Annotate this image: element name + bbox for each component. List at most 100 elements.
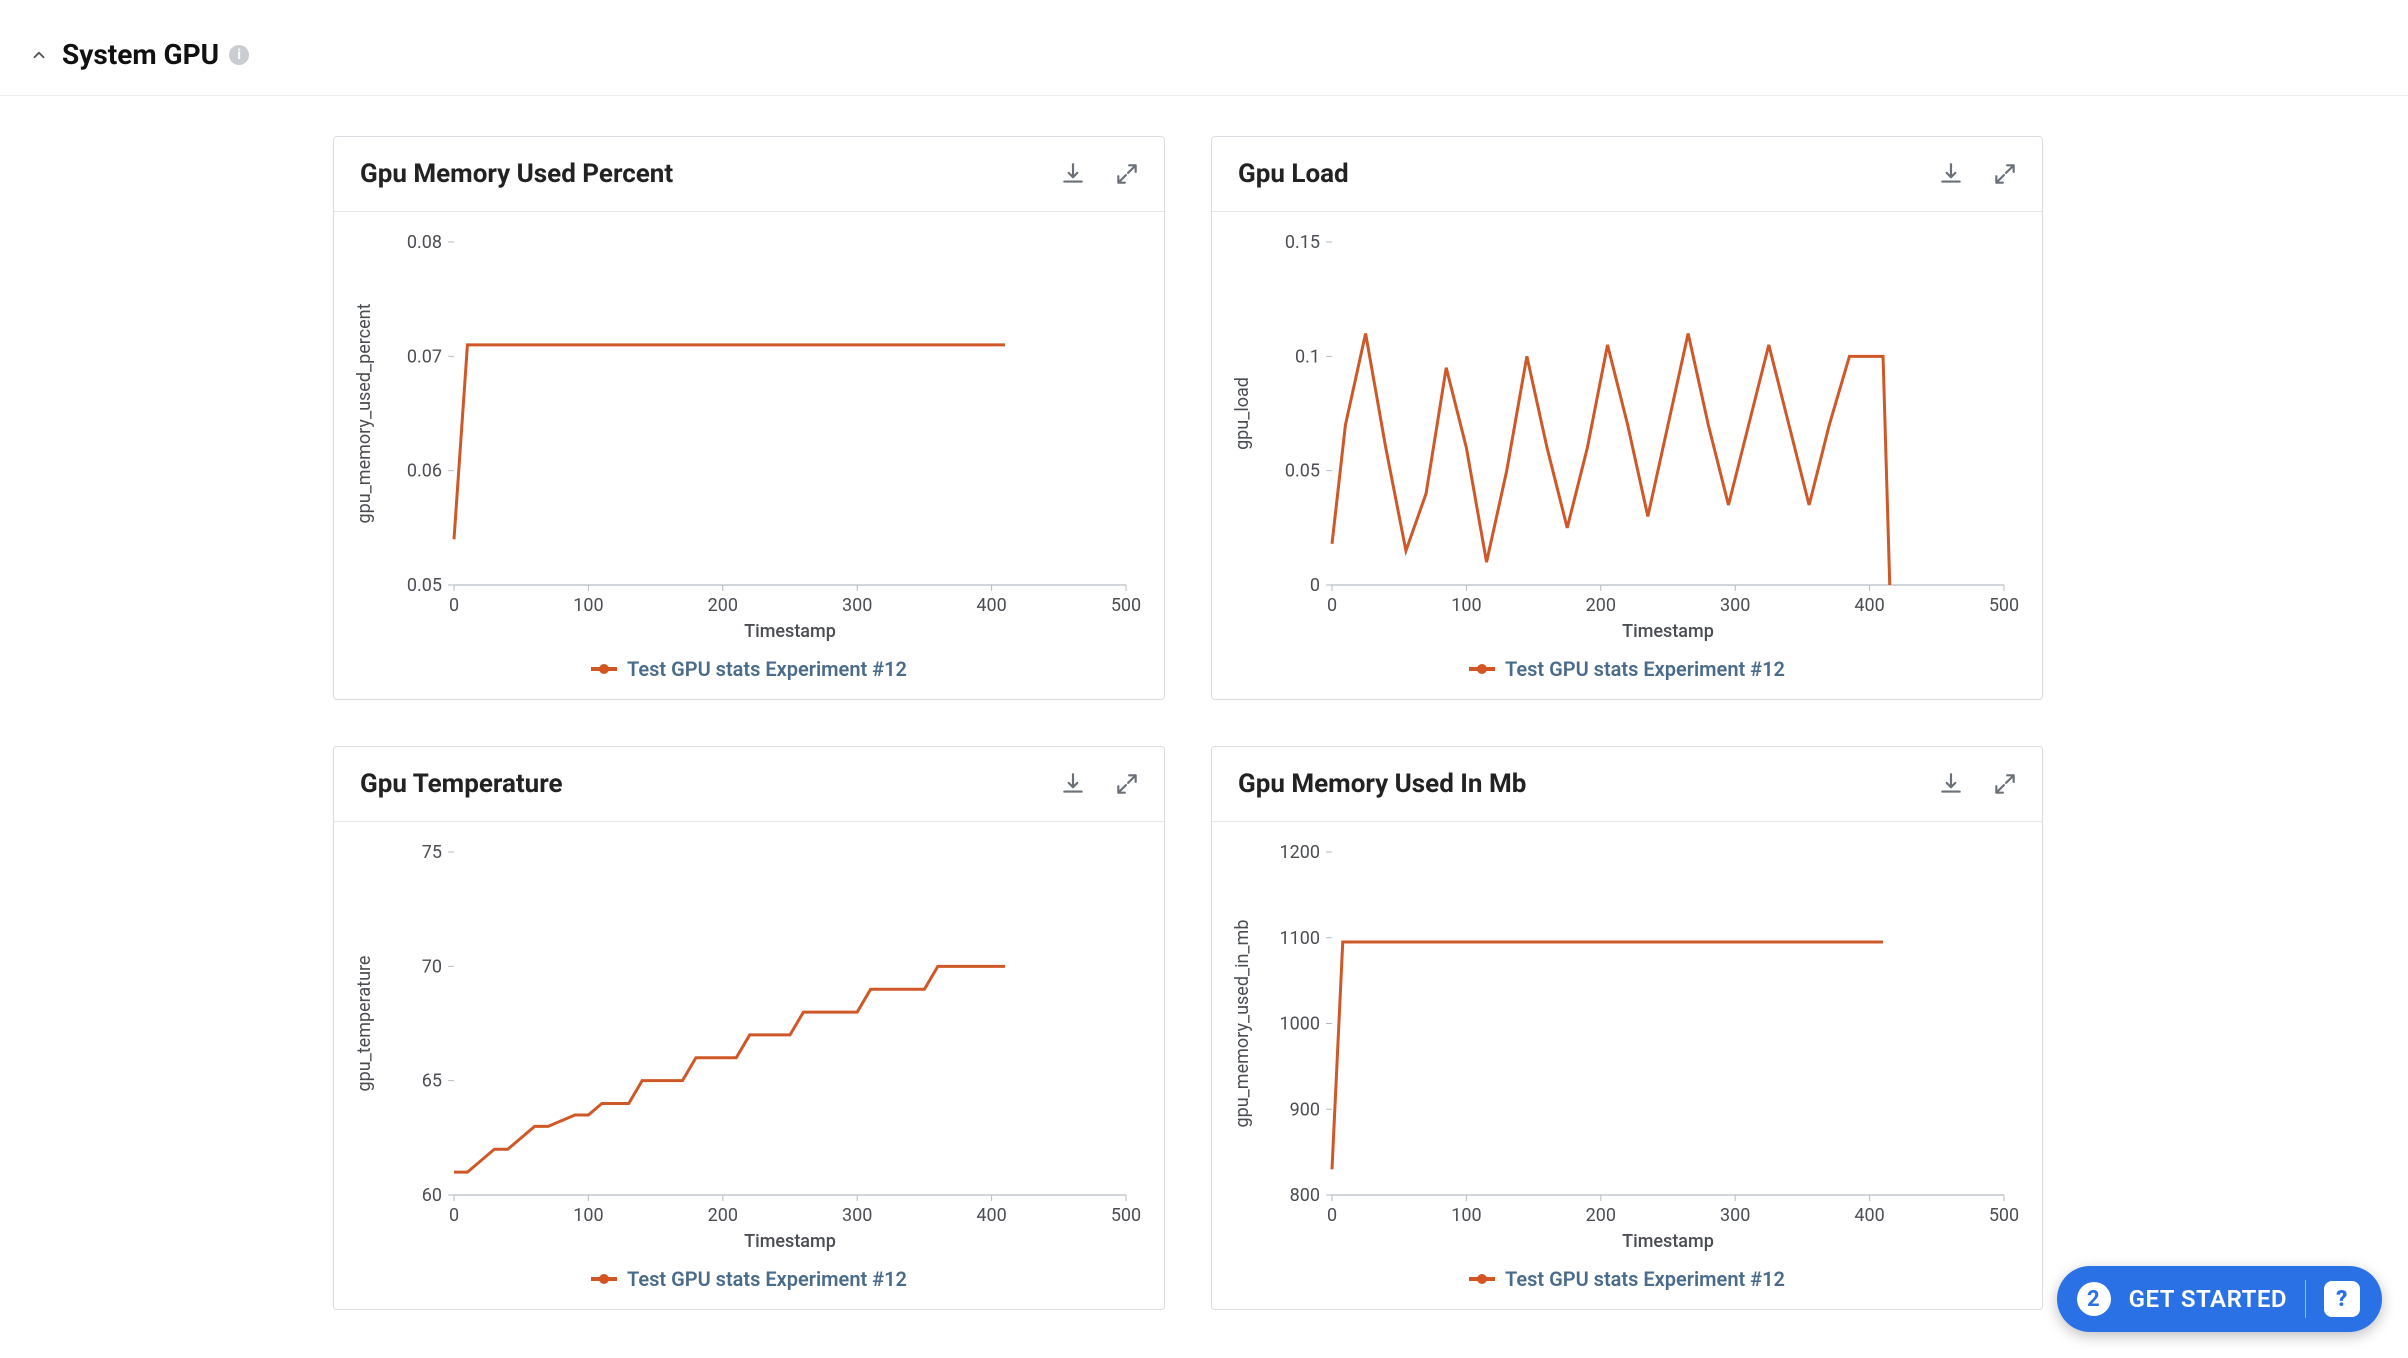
svg-text:300: 300 (842, 1205, 872, 1226)
help-icon[interactable]: ? (2324, 1281, 2360, 1317)
svg-text:Timestamp: Timestamp (744, 1231, 836, 1252)
legend-swatch (1469, 1277, 1495, 1281)
chart-title: Gpu Load (1238, 159, 1349, 189)
svg-text:200: 200 (1586, 595, 1616, 616)
svg-text:200: 200 (708, 1205, 738, 1226)
download-icon[interactable] (1938, 161, 1964, 187)
section-title-text: System GPU (62, 38, 219, 71)
chart-legend: Test GPU stats Experiment #12 (334, 1259, 1164, 1309)
svg-text:0.05: 0.05 (407, 575, 442, 596)
chart-card-header: Gpu Temperature (334, 747, 1164, 822)
chart-title: Gpu Temperature (360, 769, 563, 799)
expand-icon[interactable] (1992, 161, 2018, 187)
chart-actions (1938, 771, 2018, 797)
chart-title: Gpu Memory Used In Mb (1238, 769, 1526, 799)
svg-text:100: 100 (573, 1205, 603, 1226)
svg-text:300: 300 (1720, 1205, 1750, 1226)
chart-title: Gpu Memory Used Percent (360, 159, 673, 189)
download-icon[interactable] (1938, 771, 1964, 797)
svg-text:0.06: 0.06 (407, 461, 442, 482)
svg-text:400: 400 (1854, 1205, 1884, 1226)
legend-label[interactable]: Test GPU stats Experiment #12 (627, 657, 907, 681)
legend-swatch (1469, 667, 1495, 671)
section-header: System GPU i (0, 0, 2408, 96)
svg-text:1200: 1200 (1280, 842, 1320, 863)
svg-text:0.08: 0.08 (407, 232, 442, 253)
chart-legend: Test GPU stats Experiment #12 (1212, 1259, 2042, 1309)
legend-label[interactable]: Test GPU stats Experiment #12 (1505, 1267, 1785, 1291)
svg-text:1100: 1100 (1280, 928, 1320, 949)
svg-text:400: 400 (976, 595, 1006, 616)
info-icon[interactable]: i (229, 45, 249, 65)
get-started-label: GET STARTED (2129, 1285, 2287, 1313)
svg-text:0.1: 0.1 (1295, 346, 1320, 367)
svg-text:gpu_memory_used_in_mb: gpu_memory_used_in_mb (1232, 920, 1253, 1128)
chart-card-header: Gpu Memory Used Percent (334, 137, 1164, 212)
svg-text:0: 0 (1310, 575, 1320, 596)
chart-body: 60 65 70 75 0 100 200 300 400 500 Timestamp gpu_tem… (334, 822, 1164, 1259)
svg-text:400: 400 (976, 1205, 1006, 1226)
chart-actions (1060, 161, 1140, 187)
svg-text:Timestamp: Timestamp (1622, 1231, 1714, 1252)
svg-text:0: 0 (449, 1205, 459, 1226)
legend-label[interactable]: Test GPU stats Experiment #12 (1505, 657, 1785, 681)
svg-text:400: 400 (1854, 595, 1884, 616)
download-icon[interactable] (1060, 771, 1086, 797)
svg-text:200: 200 (708, 595, 738, 616)
charts-grid: Gpu Memory Used Percent 0.05 0.06 0.07 0.08… (0, 96, 2408, 1310)
svg-text:500: 500 (1989, 595, 2019, 616)
legend-label[interactable]: Test GPU stats Experiment #12 (627, 1267, 907, 1291)
chart-card-gpu-temperature: Gpu Temperature 60 65 70 75 0 100 200 300 400 500… (333, 746, 1165, 1310)
svg-text:0.05: 0.05 (1285, 461, 1320, 482)
svg-text:gpu_temperature: gpu_temperature (354, 956, 375, 1092)
expand-icon[interactable] (1992, 771, 2018, 797)
chart-actions (1060, 771, 1140, 797)
get-started-button[interactable]: 2 GET STARTED ? (2057, 1266, 2382, 1332)
svg-text:900: 900 (1290, 1099, 1320, 1120)
expand-icon[interactable] (1114, 161, 1140, 187)
svg-text:100: 100 (1451, 595, 1481, 616)
svg-text:500: 500 (1989, 1205, 2019, 1226)
svg-text:Timestamp: Timestamp (1622, 621, 1714, 642)
svg-text:gpu_load: gpu_load (1232, 377, 1253, 450)
svg-text:500: 500 (1111, 1205, 1141, 1226)
chart-body: 8009001000110012000100200300400500Timest… (1212, 822, 2042, 1259)
svg-text:0: 0 (1327, 595, 1337, 616)
fab-divider (2305, 1280, 2306, 1318)
svg-text:65: 65 (422, 1071, 442, 1092)
svg-text:0: 0 (1327, 1205, 1337, 1226)
chart-svg: 60 65 70 75 0 100 200 300 400 500 Timestamp gpu_tem… (344, 832, 1146, 1255)
expand-icon[interactable] (1114, 771, 1140, 797)
chart-card-gpu-memory-used-in-mb: Gpu Memory Used In Mb 800 900 1000 1100 1200… (1211, 746, 2043, 1310)
chart-card-gpu-memory-used-percent: Gpu Memory Used Percent 0.05 0.06 0.07 0.08… (333, 136, 1165, 700)
svg-text:70: 70 (422, 956, 442, 977)
chart-svg: 8009001000110012000100200300400500Timest… (1222, 832, 2024, 1255)
chart-body: 0.05 0.06 0.07 0.08 0 100 200 300 400 500 Timestam… (334, 212, 1164, 649)
svg-text:300: 300 (842, 595, 872, 616)
get-started-count-badge: 2 (2077, 1282, 2111, 1316)
legend-swatch (591, 667, 617, 671)
svg-text:100: 100 (573, 595, 603, 616)
svg-text:0: 0 (449, 595, 459, 616)
svg-text:1000: 1000 (1280, 1014, 1320, 1035)
svg-text:75: 75 (422, 842, 442, 863)
svg-text:200: 200 (1586, 1205, 1616, 1226)
svg-text:500: 500 (1111, 595, 1141, 616)
svg-text:gpu_memory_used_percent: gpu_memory_used_percent (354, 303, 375, 523)
chart-body: 0 0.05 0.1 0.15 0 100 200 300 400 500 Timestamp gpu… (1212, 212, 2042, 649)
svg-text:Timestamp: Timestamp (744, 621, 836, 642)
chart-legend: Test GPU stats Experiment #12 (334, 649, 1164, 699)
section-title: System GPU i (62, 38, 249, 71)
chart-card-gpu-load: Gpu Load 0 0.05 0.1 0.15 0 100 200 300 400 500 Tim… (1211, 136, 2043, 700)
download-icon[interactable] (1060, 161, 1086, 187)
chart-card-header: Gpu Memory Used In Mb (1212, 747, 2042, 822)
chart-svg: 0.05 0.06 0.07 0.08 0 100 200 300 400 500 Timestam… (344, 222, 1146, 645)
svg-text:0.15: 0.15 (1285, 232, 1320, 253)
svg-text:800: 800 (1290, 1185, 1320, 1206)
svg-text:60: 60 (422, 1185, 442, 1206)
collapse-icon[interactable] (30, 46, 48, 64)
svg-text:300: 300 (1720, 595, 1750, 616)
svg-text:0.07: 0.07 (407, 346, 442, 367)
chart-legend: Test GPU stats Experiment #12 (1212, 649, 2042, 699)
chart-svg: 0 0.05 0.1 0.15 0 100 200 300 400 500 Timestamp gpu… (1222, 222, 2024, 645)
